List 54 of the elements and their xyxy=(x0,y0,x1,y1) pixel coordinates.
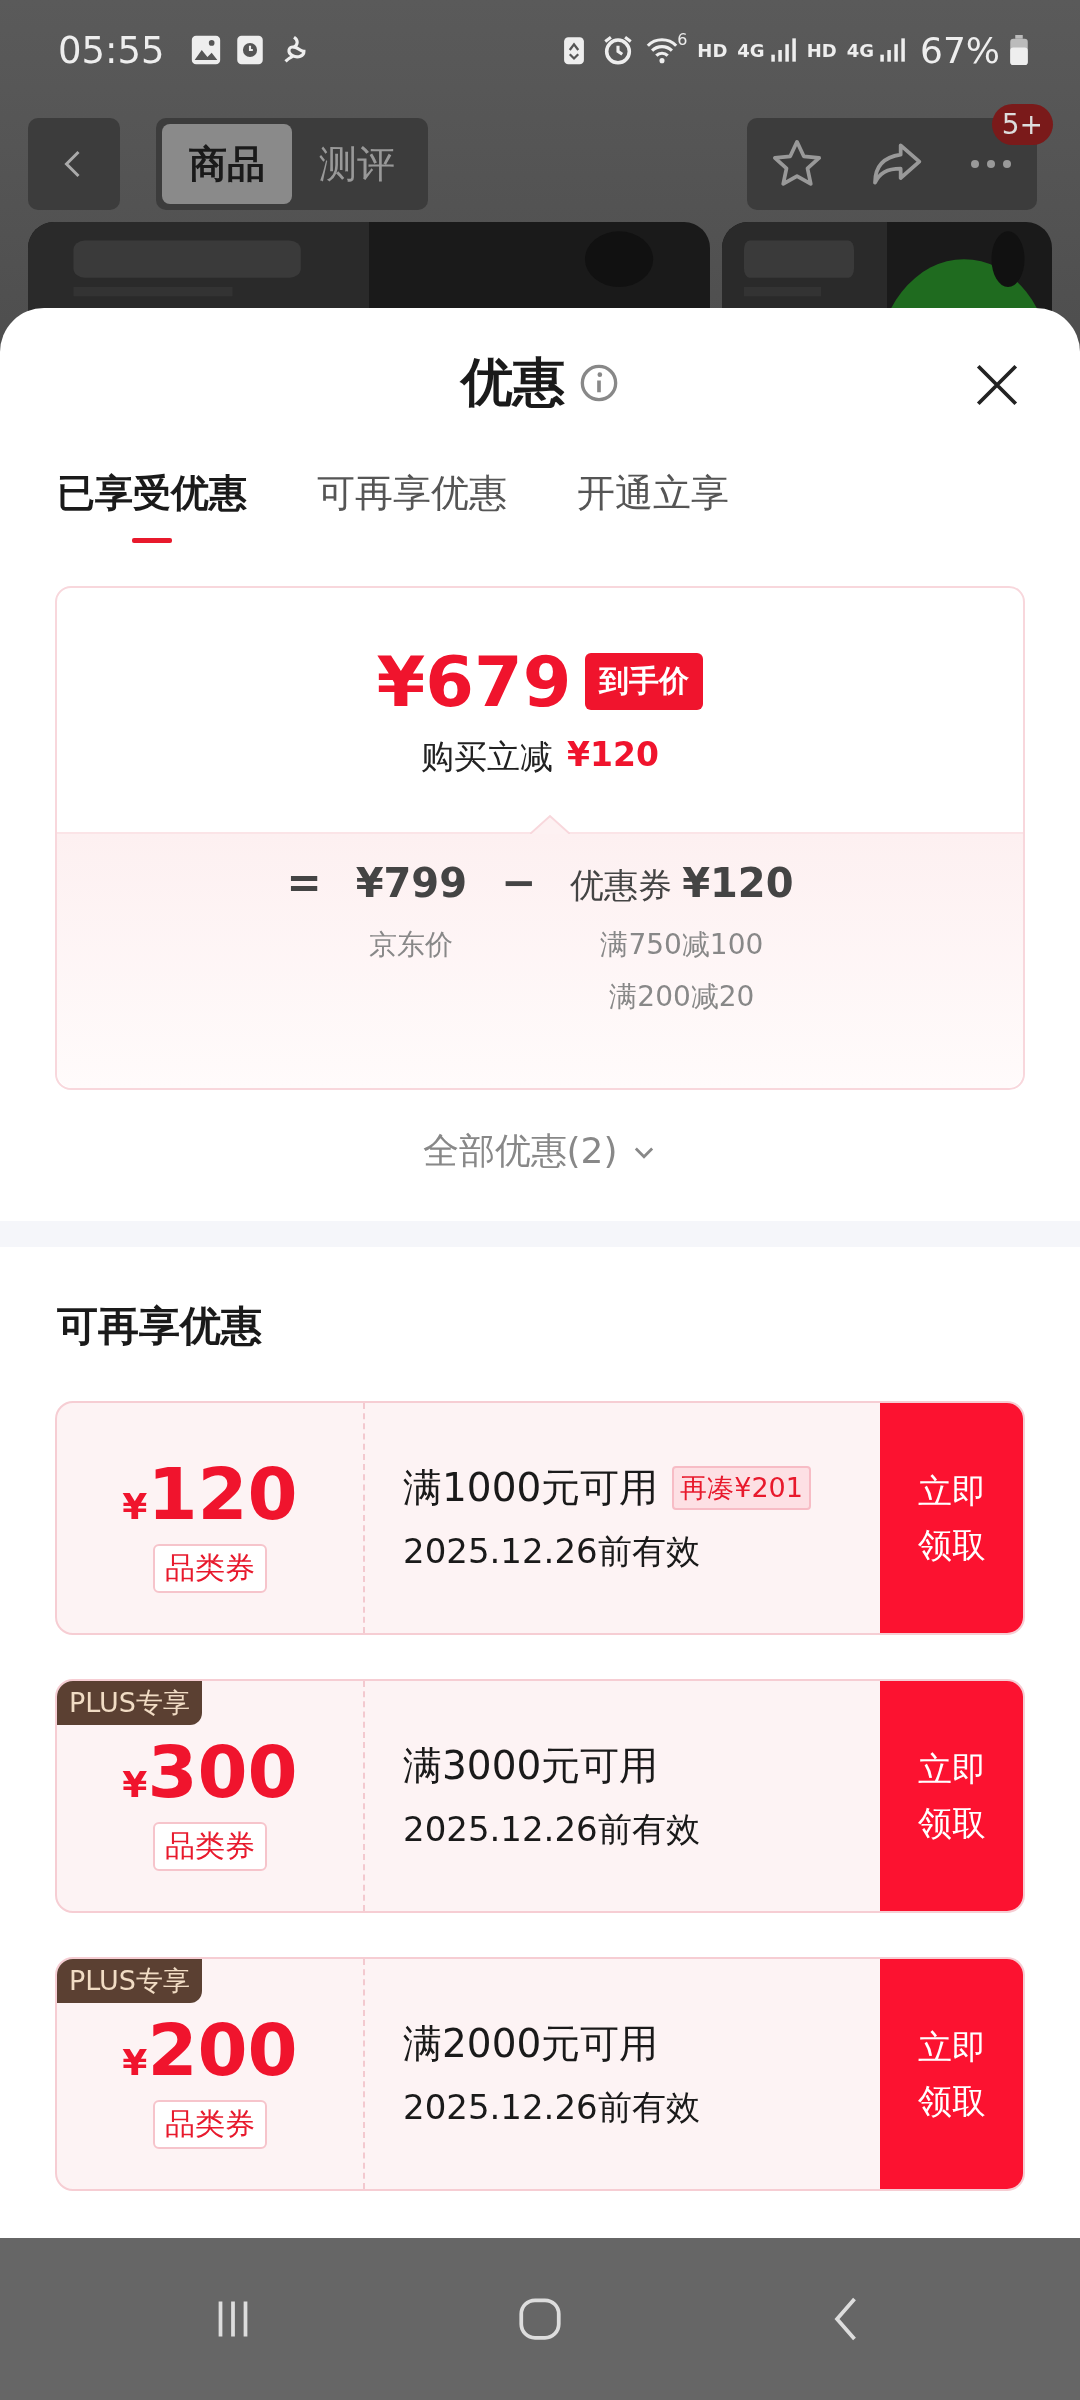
original-price-label: 京东价 xyxy=(369,927,454,963)
saving-amount: ¥120 xyxy=(567,734,659,776)
currency-sign: ¥ xyxy=(122,1763,148,1805)
claim-button[interactable]: 立即领取 xyxy=(880,1959,1023,2189)
coupon-validity: 2025.12.26前有效 xyxy=(403,1530,701,1573)
plus-tag: PLUS专享 xyxy=(57,1681,202,1725)
saving-label: 购买立减 xyxy=(421,735,554,778)
coupon-type-tag: 品类券 xyxy=(153,1543,267,1593)
coupon-type-tag: 品类券 xyxy=(153,2099,267,2149)
notification-badge: 5+ xyxy=(991,104,1053,145)
coupon-validity: 2025.12.26前有效 xyxy=(403,2086,701,2129)
wifi-label: 6 xyxy=(677,30,688,49)
final-price: ¥679 xyxy=(376,640,572,723)
claim-button[interactable]: 立即领取 xyxy=(880,1403,1023,1633)
tab[interactable]: 商品 xyxy=(162,124,292,204)
pointer-notch xyxy=(530,814,570,834)
price-tag: 到手价 xyxy=(585,653,704,710)
section-title: 可再享优惠 xyxy=(56,1301,263,1352)
coupon-value: 120 xyxy=(147,1453,298,1534)
signal-icon xyxy=(878,35,906,65)
equals-sign: = xyxy=(286,857,322,909)
coupon-rule: 满200减20 xyxy=(609,979,755,1015)
all-offers-link[interactable]: 全部优惠(2) xyxy=(416,1126,664,1177)
sheet-title: 优惠 xyxy=(461,351,565,414)
tab[interactable]: 可再享优惠 xyxy=(317,468,507,543)
currency-sign: ¥ xyxy=(122,1485,148,1527)
tab[interactable]: 已享受优惠 xyxy=(57,468,247,543)
plus-tag: PLUS专享 xyxy=(57,1959,202,2003)
network-label: HD xyxy=(806,39,837,61)
currency-sign: ¥ xyxy=(122,2041,148,2083)
coupon-rule: 满750减100 xyxy=(600,927,764,963)
coupon-validity: 2025.12.26前有效 xyxy=(403,1808,701,1851)
coupon-label: 优惠券 xyxy=(570,864,673,907)
coupon-condition: 满3000元可用 xyxy=(403,1742,659,1790)
coupon-condition: 满1000元可用 xyxy=(403,1464,659,1512)
battery-percent: 67% xyxy=(920,29,1000,71)
status-time: 05:55 xyxy=(58,28,165,72)
network-label: 4G xyxy=(846,39,874,61)
tab[interactable]: 测评 xyxy=(292,124,422,204)
claim-button[interactable]: 立即领取 xyxy=(880,1681,1023,1911)
signal-icon xyxy=(768,35,797,65)
minus-sign: − xyxy=(501,857,537,909)
original-price: ¥799 xyxy=(355,859,467,908)
coupon-value: 300 xyxy=(147,1731,298,1812)
tab[interactable]: 开通立享 xyxy=(577,468,729,543)
info-icon[interactable] xyxy=(579,363,619,403)
network-label: 4G xyxy=(737,39,765,61)
coupon-type-tag: 品类券 xyxy=(153,1821,267,1871)
top-up-hint: 再凑¥201 xyxy=(672,1466,811,1510)
network-label: HD xyxy=(697,39,728,61)
battery-icon xyxy=(1010,35,1028,65)
coupon-condition: 满2000元可用 xyxy=(403,2020,659,2068)
coupon-amount: ¥120 xyxy=(682,859,794,908)
coupon-value: 200 xyxy=(147,2009,298,2090)
